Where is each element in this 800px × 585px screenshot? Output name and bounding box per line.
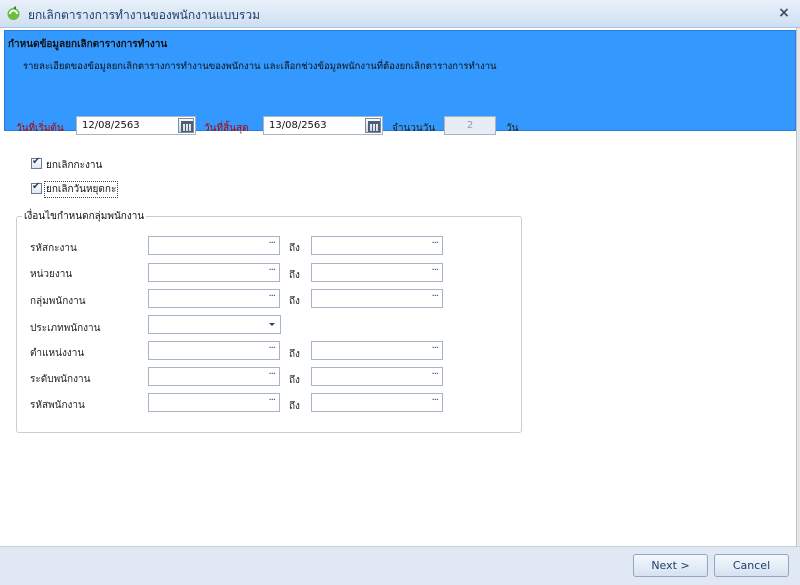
employee-group-label: กลุ่มพนักงาน xyxy=(30,296,86,307)
cancel-button[interactable]: Cancel xyxy=(714,554,789,577)
ellipsis-button[interactable]: ··· xyxy=(431,343,438,354)
position-from-input[interactable]: ··· xyxy=(148,341,280,360)
banner-title: กำหนดข้อมูลยกเลิกตารางการทำงาน xyxy=(8,39,168,50)
shift-code-to-input[interactable]: ··· xyxy=(311,236,443,255)
employee-filter-group-title: เงื่อนไขกำหนดกลุ่มพนักงาน xyxy=(22,209,147,224)
employee-level-from-input[interactable]: ··· xyxy=(148,367,280,386)
employee-code-to-input[interactable]: ··· xyxy=(311,393,443,412)
ellipsis-button[interactable]: ··· xyxy=(431,238,438,249)
banner-description: รายละเอียดของข้อมูลยกเลิกตารางการทำงานขอ… xyxy=(23,61,497,72)
department-from-input[interactable]: ··· xyxy=(148,263,280,282)
calendar-icon[interactable] xyxy=(365,118,381,133)
cancel-holiday-checkbox[interactable] xyxy=(31,181,42,194)
to-label: ถึง xyxy=(289,270,300,281)
day-count-unit: วัน xyxy=(506,123,519,134)
app-logo-icon xyxy=(7,6,20,20)
to-label: ถึง xyxy=(289,243,300,254)
ellipsis-button[interactable]: ··· xyxy=(268,343,275,354)
window-edge xyxy=(796,28,800,585)
ellipsis-button[interactable]: ··· xyxy=(431,265,438,276)
start-date-value: 12/08/2563 xyxy=(82,120,140,131)
ellipsis-button[interactable]: ··· xyxy=(268,395,275,406)
ellipsis-button[interactable]: ··· xyxy=(268,291,275,302)
dialog-footer: Next > Cancel xyxy=(0,546,800,585)
calendar-icon[interactable] xyxy=(178,118,194,133)
employee-level-label: ระดับพนักงาน xyxy=(30,374,91,385)
next-button[interactable]: Next > xyxy=(633,554,708,577)
to-label: ถึง xyxy=(289,401,300,412)
shift-code-from-input[interactable]: ··· xyxy=(148,236,280,255)
end-date-value: 13/08/2563 xyxy=(269,120,327,131)
position-label: ตำแหน่งงาน xyxy=(30,348,85,359)
position-to-input[interactable]: ··· xyxy=(311,341,443,360)
ellipsis-button[interactable]: ··· xyxy=(431,369,438,380)
chevron-down-icon[interactable] xyxy=(269,323,275,326)
ellipsis-button[interactable]: ··· xyxy=(431,291,438,302)
day-count-label: จำนวนวัน xyxy=(392,123,436,134)
day-count-field: 2 xyxy=(444,116,496,135)
cancel-holiday-label: ยกเลิกวันหยุดกะ xyxy=(44,181,119,198)
ellipsis-button[interactable]: ··· xyxy=(268,238,275,249)
employee-group-to-input[interactable]: ··· xyxy=(311,289,443,308)
window-title: ยกเลิกตารางการทำงานของพนักงานแบบรวม xyxy=(28,8,261,22)
title-bar: ยกเลิกตารางการทำงานของพนักงานแบบรวม × xyxy=(0,0,800,28)
to-label: ถึง xyxy=(289,349,300,360)
end-date-field[interactable]: 13/08/2563 xyxy=(263,116,383,135)
close-icon[interactable]: × xyxy=(776,5,792,21)
shift-code-label: รหัสกะงาน xyxy=(30,243,77,254)
ellipsis-button[interactable]: ··· xyxy=(268,369,275,380)
to-label: ถึง xyxy=(289,375,300,386)
employee-type-label: ประเภทพนักงาน xyxy=(30,323,101,334)
end-date-label: วันที่สิ้นสุด xyxy=(204,123,249,134)
department-to-input[interactable]: ··· xyxy=(311,263,443,282)
department-label: หน่วยงาน xyxy=(30,269,73,280)
start-date-field[interactable]: 12/08/2563 xyxy=(76,116,196,135)
employee-code-label: รหัสพนักงาน xyxy=(30,400,85,411)
employee-code-from-input[interactable]: ··· xyxy=(148,393,280,412)
employee-level-to-input[interactable]: ··· xyxy=(311,367,443,386)
start-date-label: วันที่เริ่มต้น xyxy=(16,123,64,134)
ellipsis-button[interactable]: ··· xyxy=(268,265,275,276)
ellipsis-button[interactable]: ··· xyxy=(431,395,438,406)
cancel-schedule-label: ยกเลิกกะงาน xyxy=(46,160,103,171)
to-label: ถึง xyxy=(289,296,300,307)
employee-type-select[interactable] xyxy=(148,315,281,334)
cancel-schedule-checkbox[interactable] xyxy=(31,156,42,169)
employee-group-from-input[interactable]: ··· xyxy=(148,289,280,308)
